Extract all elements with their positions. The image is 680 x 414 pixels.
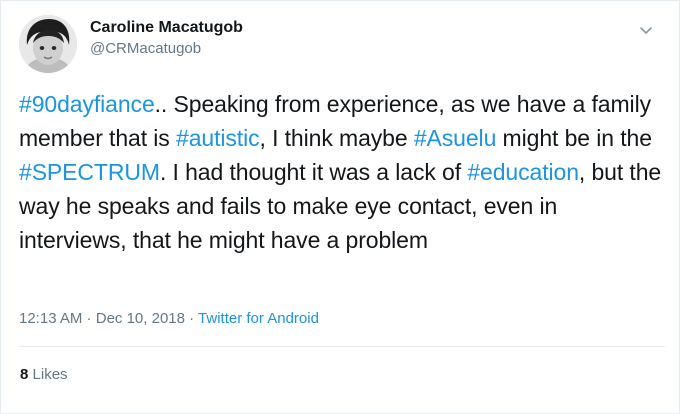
chevron-down-icon[interactable] (637, 21, 655, 39)
tweet-text: #90dayfiance.. Speaking from experience,… (19, 87, 669, 257)
tweet-header: Caroline Macatugob @CRMacatugob (19, 15, 665, 75)
tweet-text-segment: might be in the (496, 125, 652, 151)
hashtag-link[interactable]: #90dayfiance (19, 91, 155, 117)
avatar[interactable] (19, 15, 77, 73)
tweet-date[interactable]: Dec 10, 2018 (96, 310, 185, 327)
tweet-text-segment: , I think maybe (259, 125, 414, 151)
display-name[interactable]: Caroline Macatugob (90, 18, 243, 38)
user-names: Caroline Macatugob @CRMacatugob (90, 18, 243, 59)
hashtag-link[interactable]: #Asuelu (414, 125, 497, 151)
tweet-text-segment: . I had thought it was a lack of (159, 159, 468, 185)
tweet-time[interactable]: 12:13 AM (19, 310, 82, 327)
avatar-photo-icon (19, 15, 77, 73)
divider (19, 346, 665, 347)
meta-separator: · (184, 310, 199, 327)
tweet-card: Caroline Macatugob @CRMacatugob #90dayfi… (0, 0, 680, 414)
likes-count: 8 (20, 366, 29, 383)
user-handle[interactable]: @CRMacatugob (90, 39, 243, 59)
hashtag-link[interactable]: #education (467, 159, 579, 185)
hashtag-link[interactable]: #autistic (176, 125, 260, 151)
likes-stat[interactable]: 8 Likes (20, 365, 68, 385)
tweet-source-link[interactable]: Twitter for Android (198, 310, 319, 327)
hashtag-link[interactable]: #SPECTRUM (19, 159, 160, 185)
likes-label: Likes (32, 366, 68, 383)
tweet-meta: 12:13 AM · Dec 10, 2018 · Twitter for An… (19, 309, 319, 329)
meta-separator: · (82, 310, 96, 327)
